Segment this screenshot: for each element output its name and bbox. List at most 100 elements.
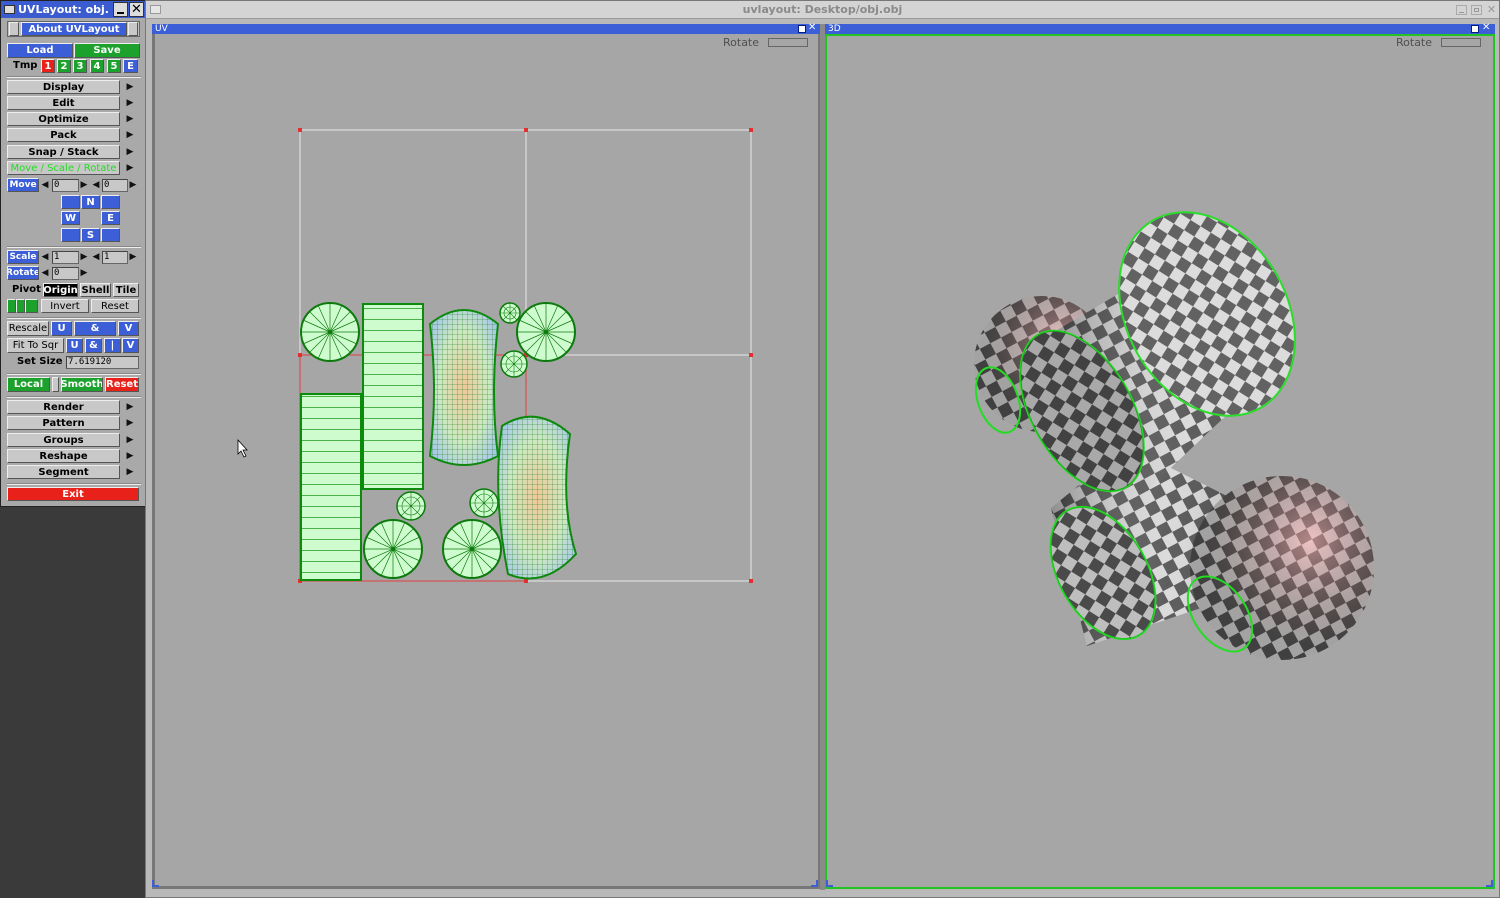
snap-arrow-icon[interactable]: ▶ bbox=[125, 145, 135, 159]
menu-groups[interactable]: Groups bbox=[7, 433, 120, 447]
pivot-shell-button[interactable]: Shell bbox=[80, 283, 111, 297]
minimize-icon[interactable] bbox=[113, 2, 128, 17]
move-y-decrease-icon[interactable]: ◀ bbox=[91, 178, 101, 192]
save-button[interactable]: Save bbox=[74, 43, 140, 58]
move-x-increase-icon[interactable]: ▶ bbox=[79, 178, 89, 192]
tmp-slot-1[interactable]: 1 bbox=[41, 59, 55, 73]
display-arrow-icon[interactable]: ▶ bbox=[125, 80, 135, 94]
toggle-2[interactable] bbox=[16, 299, 25, 313]
toggle-1[interactable] bbox=[7, 299, 16, 313]
scale-x-field[interactable]: 1 bbox=[52, 251, 79, 264]
move-x-decrease-icon[interactable]: ◀ bbox=[40, 178, 50, 192]
move-ne-button[interactable] bbox=[101, 195, 120, 209]
window-menu-icon[interactable] bbox=[4, 5, 15, 14]
rotate-field[interactable]: 0 bbox=[52, 267, 79, 280]
about-right-grip[interactable] bbox=[128, 22, 138, 36]
uv-shell-small-disc-1[interactable] bbox=[499, 302, 521, 324]
uv-shell-small-disc-4[interactable] bbox=[469, 488, 499, 518]
tmp-slot-5[interactable]: 5 bbox=[107, 59, 121, 73]
groups-arrow-icon[interactable]: ▶ bbox=[125, 433, 135, 447]
optimize-arrow-icon[interactable]: ▶ bbox=[125, 112, 135, 126]
uv-shell-small-disc-2[interactable] bbox=[500, 350, 528, 378]
scale-x-decrease-icon[interactable]: ◀ bbox=[40, 250, 50, 264]
move-south-button[interactable]: S bbox=[81, 228, 100, 242]
uv-shell-disc-2[interactable] bbox=[516, 302, 576, 362]
invert-button[interactable]: Invert bbox=[41, 299, 89, 313]
scale-y-decrease-icon[interactable]: ◀ bbox=[91, 250, 101, 264]
rotate-increase-icon[interactable]: ▶ bbox=[79, 266, 89, 280]
move-scale-rotate-arrow-icon[interactable]: ▶ bbox=[125, 161, 135, 175]
rotate-button[interactable]: Rotate bbox=[7, 266, 39, 280]
fit-u-button[interactable]: U bbox=[66, 338, 83, 353]
main-maximize-icon[interactable] bbox=[1471, 5, 1482, 15]
move-y-field[interactable]: 0 bbox=[102, 179, 128, 192]
scale-y-increase-icon[interactable]: ▶ bbox=[128, 250, 138, 264]
3d-view-maximize-icon[interactable] bbox=[1471, 25, 1479, 33]
3d-view-close-icon[interactable]: ✕ bbox=[1482, 22, 1492, 34]
about-left-grip[interactable] bbox=[9, 22, 19, 36]
rotate-decrease-icon[interactable]: ◀ bbox=[40, 266, 50, 280]
main-minimize-icon[interactable] bbox=[1456, 5, 1467, 15]
3d-cylinder-top[interactable] bbox=[995, 180, 1331, 512]
menu-edit[interactable]: Edit bbox=[7, 96, 120, 110]
scale-button[interactable]: Scale bbox=[7, 250, 39, 264]
uv-shell-strip-tall[interactable] bbox=[362, 303, 424, 490]
segment-arrow-icon[interactable]: ▶ bbox=[125, 465, 135, 479]
move-north-button[interactable]: N bbox=[81, 195, 100, 209]
exit-button[interactable]: Exit bbox=[7, 487, 139, 501]
local-button[interactable]: Local bbox=[7, 377, 50, 392]
uv-shell-disc-1[interactable] bbox=[300, 302, 360, 362]
reset-pivot-button[interactable]: Reset bbox=[91, 299, 139, 313]
tmp-slot-2[interactable]: 2 bbox=[57, 59, 71, 73]
uv-shell-warped-grid-1[interactable] bbox=[428, 309, 500, 466]
uv-shell-disc-4[interactable] bbox=[442, 519, 502, 579]
menu-pattern[interactable]: Pattern bbox=[7, 416, 120, 430]
move-x-field[interactable]: 0 bbox=[52, 179, 79, 192]
scale-y-field[interactable]: 1 bbox=[102, 251, 128, 264]
menu-segment[interactable]: Segment bbox=[7, 465, 120, 479]
move-nw-button[interactable] bbox=[61, 195, 80, 209]
edit-arrow-icon[interactable]: ▶ bbox=[125, 96, 135, 110]
move-sw-button[interactable] bbox=[61, 228, 80, 242]
move-west-button[interactable]: W bbox=[61, 211, 80, 225]
menu-move-scale-rotate[interactable]: Move / Scale / Rotate bbox=[7, 161, 120, 175]
pack-arrow-icon[interactable]: ▶ bbox=[125, 128, 135, 142]
about-uvlayout-button[interactable]: About UVLayout bbox=[21, 22, 127, 36]
uv-view-close-icon[interactable]: ✕ bbox=[808, 22, 818, 34]
menu-render[interactable]: Render bbox=[7, 400, 120, 414]
fit-to-square-button[interactable]: Fit To Sqr bbox=[7, 338, 64, 353]
uv-view-maximize-icon[interactable] bbox=[798, 25, 806, 33]
tmp-slot-e[interactable]: E bbox=[123, 59, 138, 73]
set-size-field[interactable]: 7.619120 bbox=[66, 356, 139, 369]
fit-aspect-button[interactable]: | bbox=[104, 338, 121, 353]
uv-shell-strip-bottom[interactable] bbox=[300, 393, 362, 581]
move-east-button[interactable]: E bbox=[101, 211, 120, 225]
menu-optimize[interactable]: Optimize bbox=[7, 112, 120, 126]
move-button[interactable]: Move bbox=[7, 178, 39, 192]
uv-shell-disc-3[interactable] bbox=[363, 519, 423, 579]
3d-model-canvas[interactable] bbox=[827, 36, 1493, 887]
rescale-uv-button[interactable]: & bbox=[74, 321, 116, 336]
scale-x-increase-icon[interactable]: ▶ bbox=[79, 250, 89, 264]
uv-shell-small-disc-3[interactable] bbox=[396, 491, 426, 521]
local-smooth-divider[interactable] bbox=[52, 377, 59, 392]
rescale-v-button[interactable]: V bbox=[118, 321, 139, 336]
pivot-origin-button[interactable]: Origin bbox=[43, 283, 78, 297]
reset-smooth-button[interactable]: Reset bbox=[105, 377, 139, 392]
menu-display[interactable]: Display bbox=[7, 80, 120, 94]
uv-shell-warped-grid-2[interactable] bbox=[497, 415, 578, 580]
close-icon[interactable]: ✕ bbox=[129, 2, 144, 17]
menu-pack[interactable]: Pack bbox=[7, 128, 120, 142]
move-se-button[interactable] bbox=[101, 228, 120, 242]
pattern-arrow-icon[interactable]: ▶ bbox=[125, 416, 135, 430]
toggle-3[interactable] bbox=[25, 299, 38, 313]
tmp-slot-3[interactable]: 3 bbox=[73, 59, 87, 73]
fit-uv-button[interactable]: & bbox=[85, 338, 102, 353]
reshape-arrow-icon[interactable]: ▶ bbox=[125, 449, 135, 463]
rescale-button[interactable]: Rescale bbox=[7, 321, 49, 336]
menu-snap-stack[interactable]: Snap / Stack bbox=[7, 145, 120, 159]
smooth-button[interactable]: Smooth bbox=[61, 377, 103, 392]
fit-v-button[interactable]: V bbox=[122, 338, 139, 353]
main-window-menu-icon[interactable] bbox=[150, 5, 161, 14]
load-button[interactable]: Load bbox=[7, 43, 73, 58]
